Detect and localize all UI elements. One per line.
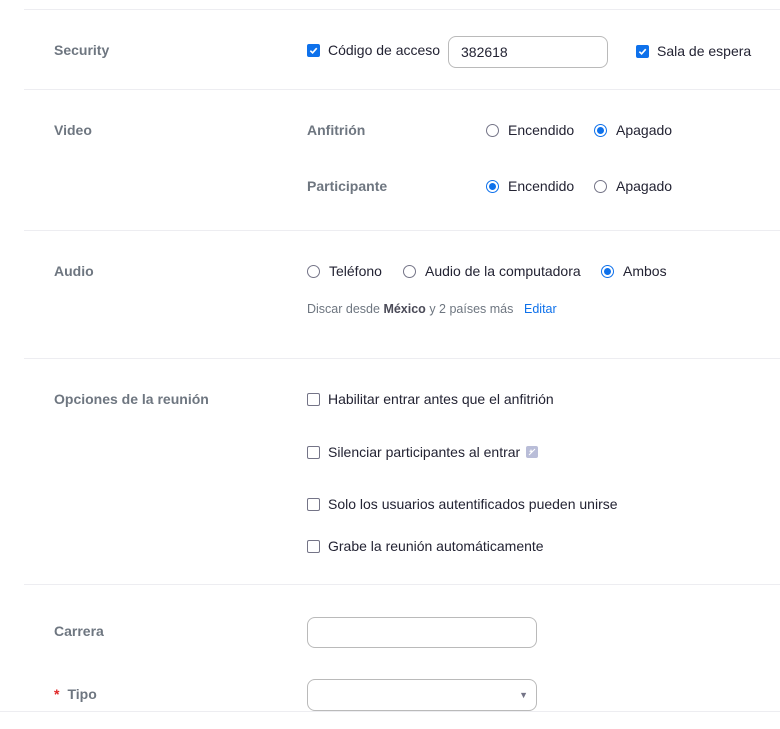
passcode-label: Código de acceso xyxy=(328,42,441,58)
dial-in-info: Discar desde México y 2 países más xyxy=(307,302,513,316)
radio-icon xyxy=(594,179,607,193)
authenticated-users-label: Solo los usuarios autentificados pueden … xyxy=(328,496,618,512)
video-section-label: Video xyxy=(54,122,92,138)
dial-suffix: y 2 países más xyxy=(429,302,514,316)
join-before-host-checkbox[interactable]: Habilitar entrar antes que el anfitrión xyxy=(307,391,554,407)
host-video-on-radio[interactable]: Encendido xyxy=(486,122,574,138)
auto-record-label: Grabe la reunión automáticamente xyxy=(328,538,544,554)
mute-on-entry-label: Silenciar participantes al entrar xyxy=(328,444,521,460)
audio-both-label: Ambos xyxy=(623,263,667,279)
chevron-down-icon: ▼ xyxy=(519,690,528,700)
audio-computer-label: Audio de la computadora xyxy=(425,263,581,279)
required-asterisk: * xyxy=(54,686,60,702)
radio-icon xyxy=(403,264,416,278)
participant-video-off-label: Apagado xyxy=(616,178,673,194)
audio-telephone-radio[interactable]: Teléfono xyxy=(307,263,382,279)
participant-video-off-radio[interactable]: Apagado xyxy=(594,178,672,194)
carrera-input[interactable] xyxy=(307,617,537,648)
participant-video-label: Participante xyxy=(307,178,388,194)
waiting-room-label: Sala de espera xyxy=(657,43,752,59)
divider-bottom xyxy=(0,711,780,712)
participant-video-on-radio[interactable]: Encendido xyxy=(486,178,574,194)
radio-icon xyxy=(486,123,499,137)
divider-video xyxy=(24,230,780,231)
divider-top xyxy=(24,9,780,10)
mute-on-entry-checkbox[interactable]: Silenciar participantes al entrar xyxy=(307,444,539,460)
join-before-host-label: Habilitar entrar antes que el anfitrión xyxy=(328,391,554,407)
auto-record-checkbox[interactable]: Grabe la reunión automáticamente xyxy=(307,538,544,554)
meeting-options-section-label: Opciones de la reunión xyxy=(54,391,209,407)
divider-security xyxy=(24,89,780,90)
radio-selected-icon xyxy=(486,179,499,193)
audio-telephone-label: Teléfono xyxy=(329,263,382,279)
radio-selected-icon xyxy=(594,123,607,137)
security-section-label: Security xyxy=(54,42,110,58)
divider-options xyxy=(24,584,780,585)
participant-video-on-label: Encendido xyxy=(508,178,575,194)
host-video-label: Anfitrión xyxy=(307,122,366,138)
passcode-input[interactable] xyxy=(448,36,608,68)
audio-both-radio[interactable]: Ambos xyxy=(601,263,667,279)
tipo-label: Tipo xyxy=(67,686,97,702)
authenticated-users-checkbox[interactable]: Solo los usuarios autentificados pueden … xyxy=(307,496,618,512)
divider-audio xyxy=(24,358,780,359)
checkbox-icon xyxy=(307,445,320,459)
radio-icon xyxy=(307,264,320,278)
audio-computer-radio[interactable]: Audio de la computadora xyxy=(403,263,581,279)
radio-selected-icon xyxy=(601,264,614,278)
tipo-label-row: * Tipo xyxy=(54,686,97,702)
dial-prefix: Discar desde xyxy=(307,302,380,316)
host-video-on-label: Encendido xyxy=(508,122,575,138)
passcode-checkbox[interactable]: Código de acceso xyxy=(307,42,440,58)
checkbox-checked-icon xyxy=(636,44,649,58)
host-video-off-radio[interactable]: Apagado xyxy=(594,122,672,138)
edit-dial-in-link[interactable]: Editar xyxy=(524,302,557,316)
dial-country: México xyxy=(383,302,426,316)
waiting-room-checkbox[interactable]: Sala de espera xyxy=(636,43,751,59)
audio-section-label: Audio xyxy=(54,263,94,279)
checkbox-icon xyxy=(307,539,320,553)
info-icon[interactable] xyxy=(526,446,539,458)
checkbox-icon xyxy=(307,497,320,511)
tipo-select[interactable]: ▼ xyxy=(307,679,537,711)
host-video-off-label: Apagado xyxy=(616,122,673,138)
checkbox-checked-icon xyxy=(307,43,320,57)
checkbox-icon xyxy=(307,392,320,406)
carrera-label: Carrera xyxy=(54,623,104,639)
